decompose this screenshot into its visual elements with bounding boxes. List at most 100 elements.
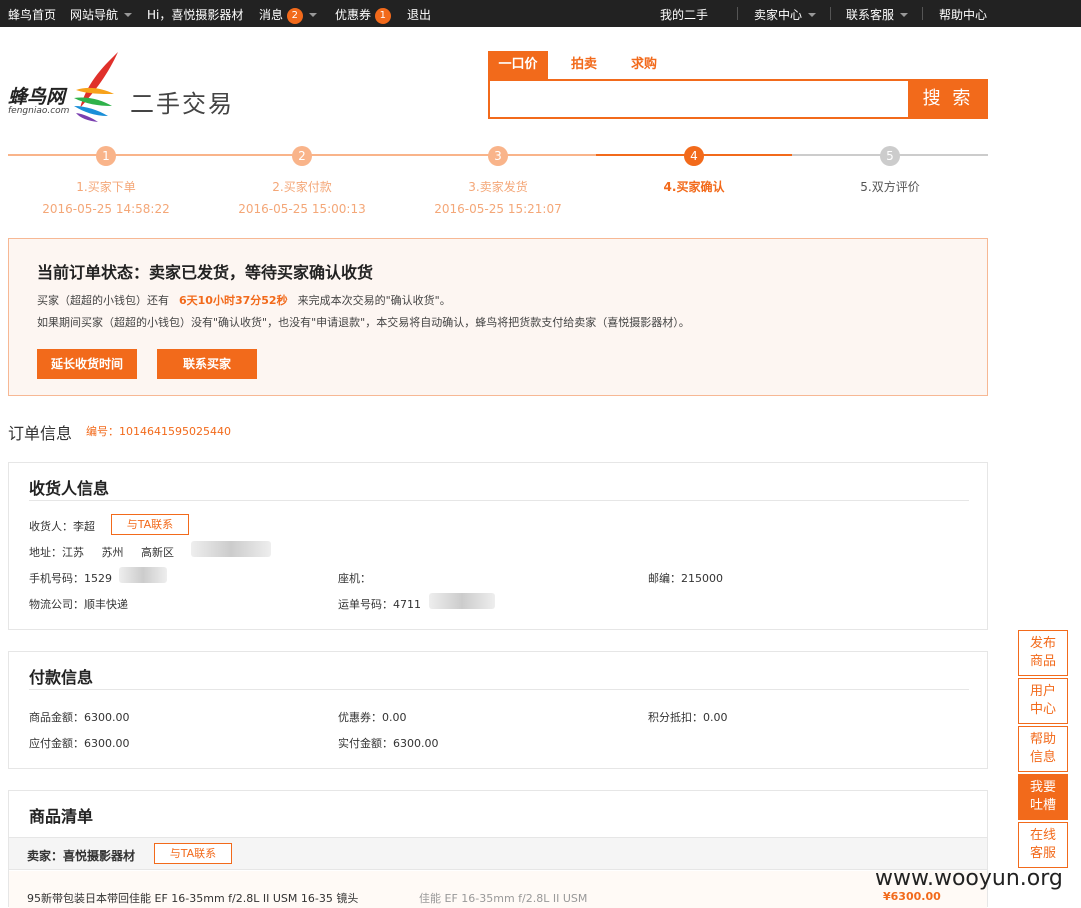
countdown-timer: 6天10小时37分52秒 <box>179 294 288 307</box>
receiver-phone-field: 手机号码：1529 <box>29 570 112 586</box>
field-label: 卖家： <box>27 849 64 863</box>
contact-receiver-button[interactable]: 与TA联系 <box>111 514 189 535</box>
goods-item-model: 佳能 EF 16-35mm f/2.8L II USM <box>419 892 588 905</box>
step-label: 3.卖家发货 <box>468 180 528 194</box>
field-label: 应付金额： <box>29 737 84 750</box>
receiver-landline-field: 座机： <box>338 570 371 586</box>
chevron-down-icon <box>124 13 133 17</box>
messages-menu[interactable]: 消息 2 <box>259 6 317 24</box>
field-label: 收货人： <box>29 520 73 533</box>
search-button[interactable]: 搜 索 <box>908 79 988 119</box>
goods-list-panel: 商品清单 卖家：喜悦摄影器材 与TA联系 95新带包装日本带回佳能 EF 16-… <box>8 790 988 908</box>
panel-title: 付款信息 <box>29 668 94 687</box>
sidebar-item-publish[interactable]: 发布 商品 <box>1018 630 1068 676</box>
step-time: 2016-05-25 15:00:13 <box>238 202 366 216</box>
status-line-1: 买家（超超的小钱包）还有 6天10小时37分52秒 来完成本次交易的"确认收货"。 <box>37 292 451 308</box>
sidebar-label: 在线 <box>1029 828 1056 843</box>
payment-info-panel: 付款信息 商品金额：6300.00 优惠券：0.00 积分抵扣：0.00 应付金… <box>8 651 988 769</box>
help-center-link[interactable]: 帮助中心 <box>939 6 987 23</box>
payable-field: 应付金额：6300.00 <box>29 735 130 751</box>
coupons-label: 优惠券 <box>335 8 372 22</box>
field-value: 215000 <box>681 572 723 585</box>
address-city: 苏州 <box>101 546 124 559</box>
coupons-count-badge: 1 <box>374 8 391 24</box>
status-line-2: 如果期间买家（超超的小钱包）没有"确认收货"，也没有"申请退款"，本交易将自动确… <box>37 316 690 329</box>
field-label: 邮编： <box>648 572 681 585</box>
progress-step-3: 3 3.卖家发货 2016-05-25 15:21:07 <box>400 146 596 216</box>
step-number: 4 <box>684 146 704 166</box>
sidebar-label: 中心 <box>1029 702 1056 717</box>
field-label: 地址： <box>29 546 62 559</box>
divider <box>922 7 923 20</box>
field-value: 1529 <box>84 572 112 585</box>
order-number-label: 编号： <box>86 425 119 438</box>
field-value: 6300.00 <box>393 737 439 750</box>
home-link[interactable]: 蜂鸟首页 <box>8 6 56 23</box>
list-item: 95新带包装日本带回佳能 EF 16-35mm f/2.8L II USM 16… <box>9 871 987 908</box>
contact-service-menu[interactable]: 联系客服 <box>846 6 909 23</box>
receiver-name-field: 收货人：李超 <box>29 518 95 534</box>
sidebar-item-user-center[interactable]: 用户 中心 <box>1018 678 1068 724</box>
watermark: www.wooyun.org <box>875 866 1063 891</box>
field-value: 0.00 <box>382 711 407 724</box>
messages-label: 消息 <box>259 8 284 22</box>
contact-service-label: 联系客服 <box>846 8 895 22</box>
sidebar-item-feedback[interactable]: 我要 吐槽 <box>1018 774 1068 820</box>
site-nav-menu[interactable]: 网站导航 <box>70 6 133 23</box>
order-status-box: 当前订单状态：卖家已发货，等待买家确认收货 买家（超超的小钱包）还有 6天10小时… <box>8 238 988 396</box>
status-line-1-prefix: 买家（超超的小钱包）还有 <box>37 294 169 307</box>
search-tab-auction[interactable]: 拍卖 <box>556 51 612 79</box>
field-label: 商品金额： <box>29 711 84 724</box>
seller-center-menu[interactable]: 卖家中心 <box>754 6 817 23</box>
user-greeting[interactable]: Hi，喜悦摄影器材 <box>147 6 243 23</box>
sidebar-label: 客服 <box>1029 846 1056 861</box>
logout-link[interactable]: 退出 <box>407 6 431 23</box>
field-label: 座机： <box>338 572 371 585</box>
field-label: 物流公司： <box>29 598 84 611</box>
progress-step-1: 1 1.买家下单 2016-05-25 14:58:22 <box>8 146 204 216</box>
points-field: 积分抵扣：0.00 <box>648 709 728 725</box>
progress-step-5: 5 5.双方评价 <box>792 146 988 216</box>
step-time: 2016-05-25 14:58:22 <box>42 202 170 216</box>
receiver-zip-field: 邮编：215000 <box>648 570 723 586</box>
sidebar-label: 我要 <box>1029 780 1056 795</box>
logo-wordmark: 蜂鸟网 <box>8 86 66 108</box>
waybill-field: 运单号码：4711 <box>338 596 421 612</box>
step-label: 5.双方评价 <box>860 180 920 194</box>
field-value: 顺丰快递 <box>84 598 128 611</box>
field-label: 积分抵扣： <box>648 711 703 724</box>
coupon-field: 优惠券：0.00 <box>338 709 407 725</box>
step-label: 1.买家下单 <box>76 180 136 194</box>
paid-field: 实付金额：6300.00 <box>338 735 439 751</box>
top-nav-bar: 蜂鸟首页 网站导航 Hi，喜悦摄影器材 消息 2 优惠券 1 退出 我的二手 卖… <box>0 0 1081 27</box>
progress-step-4: 4 4.买家确认 <box>596 146 792 216</box>
section-title: 二手交易 <box>130 90 234 118</box>
coupons-link[interactable]: 优惠券 1 <box>335 6 391 24</box>
field-value: 6300.00 <box>84 711 130 724</box>
seller-bar: 卖家：喜悦摄影器材 与TA联系 <box>9 837 987 870</box>
divider <box>29 500 969 501</box>
redacted-blur <box>119 567 167 583</box>
step-number: 5 <box>880 146 900 166</box>
field-value: 喜悦摄影器材 <box>63 849 136 863</box>
divider <box>737 7 738 20</box>
contact-seller-button[interactable]: 与TA联系 <box>154 843 232 864</box>
receiver-address-field: 地址：江苏 苏州 高新区 <box>29 544 174 560</box>
contact-buyer-button[interactable]: 联系买家 <box>157 349 257 379</box>
order-info-title: 订单信息 <box>8 424 73 443</box>
seller-center-label: 卖家中心 <box>754 8 803 22</box>
my-secondhand-link[interactable]: 我的二手 <box>660 6 708 23</box>
courier-field: 物流公司：顺丰快递 <box>29 596 128 612</box>
panel-title: 收货人信息 <box>29 479 110 498</box>
sidebar-label: 吐槽 <box>1029 798 1056 813</box>
site-nav-label: 网站导航 <box>70 8 119 22</box>
divider <box>830 7 831 20</box>
search-tab-wanted[interactable]: 求购 <box>616 51 672 79</box>
sidebar-item-help[interactable]: 帮助 信息 <box>1018 726 1068 772</box>
field-value: 李超 <box>73 520 95 533</box>
sidebar-item-online-service[interactable]: 在线 客服 <box>1018 822 1068 868</box>
extend-receipt-button[interactable]: 延长收货时间 <box>37 349 137 379</box>
search-input[interactable] <box>488 79 908 119</box>
goods-item-name[interactable]: 95新带包装日本带回佳能 EF 16-35mm f/2.8L II USM 16… <box>27 890 358 906</box>
search-tab-fixed-price[interactable]: 一口价 <box>488 51 548 79</box>
